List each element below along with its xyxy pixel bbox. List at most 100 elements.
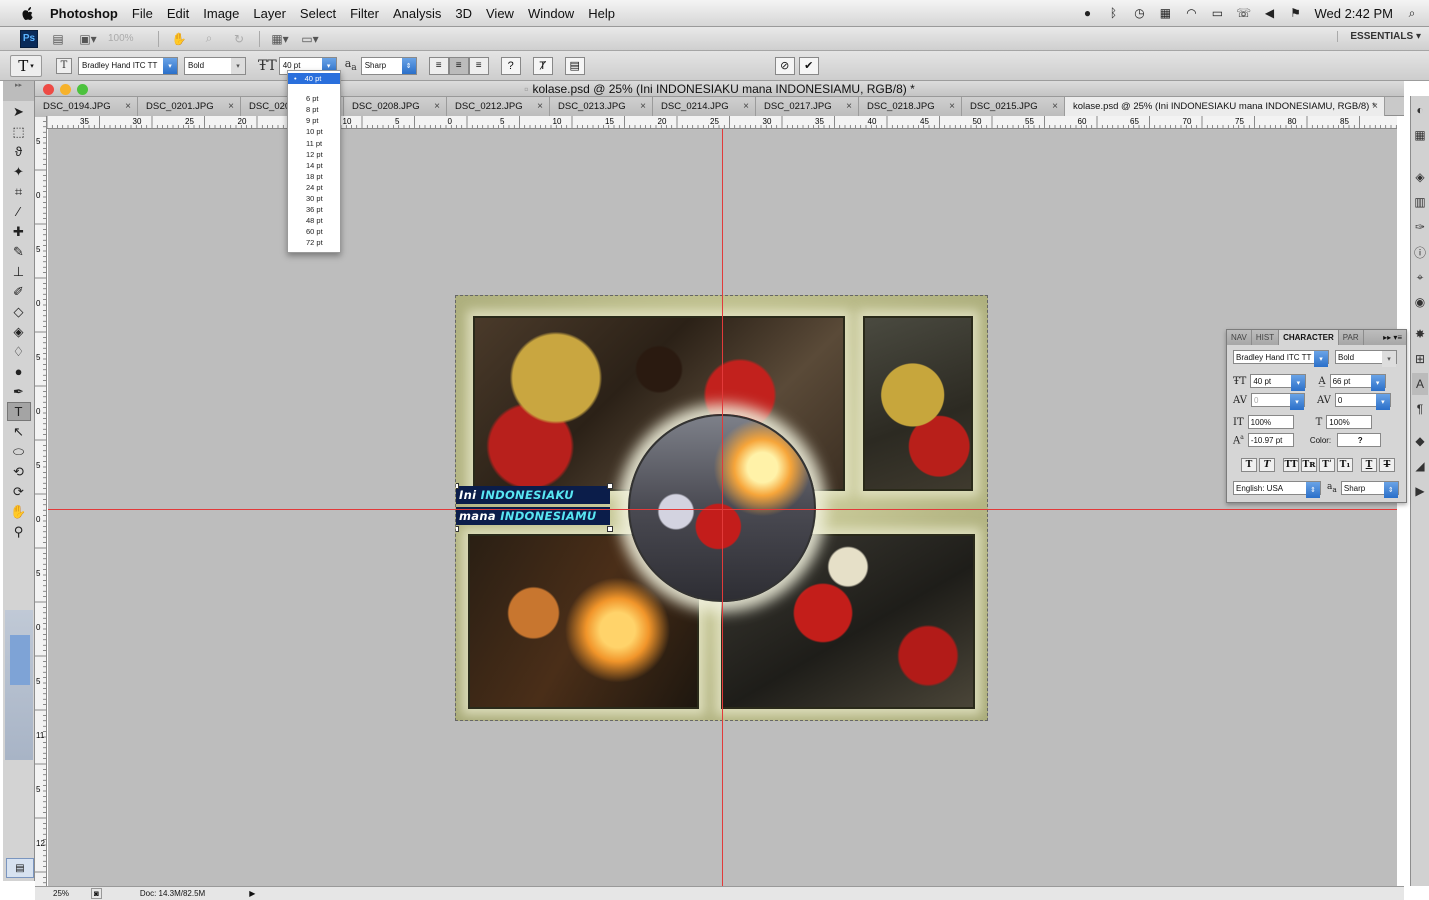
3d-panel-icon[interactable]: ◆ xyxy=(1412,430,1428,452)
char-leading-field[interactable]: 66 pt ▾ xyxy=(1329,374,1386,391)
size-option[interactable]: 9 pt xyxy=(288,115,340,126)
type-tool-icon[interactable]: T xyxy=(6,402,31,421)
size-option[interactable]: 30 pt xyxy=(288,193,340,204)
document-tab[interactable]: DSC_0194.JPG × xyxy=(35,97,138,116)
crop-tool-icon[interactable]: ⌗ xyxy=(7,182,31,201)
superscript-icon[interactable]: Tʹ xyxy=(1319,458,1335,472)
toggle-panels-icon[interactable]: ▤ xyxy=(564,56,585,75)
antialias-select[interactable]: Sharp ⇕ xyxy=(360,56,417,75)
tab-character[interactable]: CHARACTER xyxy=(1279,330,1339,345)
document-tab[interactable]: DSC_0215.JPG × xyxy=(962,97,1065,116)
rotate-view-icon[interactable]: ↻ xyxy=(229,30,249,48)
animation-panel-icon[interactable]: ▶ xyxy=(1412,480,1428,502)
volume-icon[interactable]: ◀ xyxy=(1262,6,1276,20)
eraser-tool-icon[interactable]: ◇ xyxy=(7,302,31,321)
align-left-icon[interactable]: ≡ xyxy=(428,56,449,75)
camera-icon[interactable]: ◙ xyxy=(91,888,102,899)
brush-tool-icon[interactable]: ✎ xyxy=(7,242,31,261)
hand-tool-icon[interactable]: ✋ xyxy=(7,502,31,521)
pen-tool-icon[interactable]: ✒ xyxy=(7,382,31,401)
tab-navigator[interactable]: NAV xyxy=(1227,330,1252,345)
panel-grip[interactable]: ▸▸ xyxy=(3,81,34,101)
swatches-panel-icon[interactable]: ▦ xyxy=(1412,124,1428,146)
size-option[interactable]: 11 pt xyxy=(288,137,340,148)
minimize-window-icon[interactable] xyxy=(60,84,71,95)
close-tab-icon[interactable]: × xyxy=(125,101,131,112)
move-tool-icon[interactable]: ➤ xyxy=(7,102,31,121)
vertical-guide[interactable] xyxy=(722,129,723,886)
faux-bold-icon[interactable]: T xyxy=(1241,458,1257,472)
size-option[interactable]: 8 pt xyxy=(288,104,340,115)
document-tab-active[interactable]: kolase.psd @ 25% (Ini INDONESIAKU mana I… xyxy=(1065,97,1385,116)
battery-icon[interactable]: ▭ xyxy=(1210,6,1224,20)
menu-window[interactable]: Window xyxy=(528,6,574,21)
text-layer[interactable]: Ini INDONESIAKU mana INDONESIAMU xyxy=(456,486,610,528)
eyedropper-tool-icon[interactable]: ⁄ xyxy=(7,202,31,221)
transform-handle[interactable] xyxy=(456,483,459,489)
char-kerning-field[interactable]: 0 ▾ xyxy=(1250,393,1305,410)
char-baseline-shift-field[interactable]: -10.97 pt xyxy=(1247,433,1294,447)
document-tab[interactable]: DSC_0201.JPG × xyxy=(138,97,241,116)
transform-handle[interactable] xyxy=(607,526,613,532)
char-antialias-select[interactable]: Sharp ⇕ xyxy=(1340,481,1399,498)
healing-brush-tool-icon[interactable]: ✚ xyxy=(7,222,31,241)
size-option[interactable]: 72 pt xyxy=(288,237,340,248)
all-caps-icon[interactable]: TT xyxy=(1283,458,1299,472)
vertical-ruler[interactable]: 5 0 5 0 5 0 5 0 5 0 5 11 5 12 xyxy=(35,116,47,886)
document-tab[interactable]: DSC_0218.JPG × xyxy=(859,97,962,116)
size-option[interactable]: 24 pt xyxy=(288,182,340,193)
histogram-panel-icon[interactable]: ◉ xyxy=(1412,291,1428,313)
char-horizontal-scale-field[interactable]: 100% xyxy=(1326,415,1373,429)
navigator-panel-icon[interactable]: ⌖ xyxy=(1412,266,1428,288)
char-font-family-select[interactable]: Bradley Hand ITC TT ▾ xyxy=(1233,350,1329,367)
channels-panel-icon[interactable]: ▥ xyxy=(1412,191,1428,213)
document-tab[interactable]: DSC_0214.JPG × xyxy=(653,97,756,116)
clone-stamp-tool-icon[interactable]: ⊥ xyxy=(7,262,31,281)
clone-source-panel-icon[interactable]: ⊞ xyxy=(1412,348,1428,370)
close-tab-icon[interactable]: × xyxy=(743,101,749,112)
shape-tool-icon[interactable]: ⬭ xyxy=(7,442,31,461)
paths-panel-icon[interactable]: ✑ xyxy=(1412,216,1428,238)
close-window-icon[interactable] xyxy=(43,84,54,95)
flag-icon[interactable]: ⚑ xyxy=(1288,6,1302,20)
zoom-level-field[interactable]: 100% xyxy=(108,33,148,44)
text-color-swatch[interactable]: ? xyxy=(500,56,521,75)
layers-panel-icon[interactable]: ◈ xyxy=(1412,166,1428,188)
document-tab[interactable]: DSC_0212.JPG × xyxy=(447,97,550,116)
lasso-tool-icon[interactable]: ϑ xyxy=(7,142,31,161)
align-right-icon[interactable]: ≡ xyxy=(468,56,489,75)
transform-handle[interactable] xyxy=(456,526,459,532)
info-panel-icon[interactable]: ⓘ xyxy=(1412,241,1428,263)
panel-menu-icon[interactable]: ▸▸ ▾≡ xyxy=(1383,333,1406,342)
tab-history[interactable]: HIST xyxy=(1252,330,1280,345)
menu-image[interactable]: Image xyxy=(203,6,239,21)
hand-tool-icon[interactable]: ✋ xyxy=(169,30,189,48)
cancel-edits-icon[interactable]: ⊘ xyxy=(774,56,795,75)
small-caps-icon[interactable]: Tʀ xyxy=(1301,458,1317,472)
warp-text-icon[interactable]: Ⱦ xyxy=(532,56,553,75)
subscript-icon[interactable]: T₁ xyxy=(1337,458,1353,472)
skype-icon[interactable]: ● xyxy=(1080,6,1094,20)
faux-italic-icon[interactable]: T xyxy=(1259,458,1275,472)
document-size-info[interactable]: Doc: 14.3M/82.5M xyxy=(140,889,205,898)
document-tab[interactable]: DSC_0217.JPG × xyxy=(756,97,859,116)
size-option[interactable]: 60 pt xyxy=(288,226,340,237)
time-machine-icon[interactable]: ◷ xyxy=(1132,6,1146,20)
status-zoom[interactable]: 25% xyxy=(53,889,87,898)
path-selection-tool-icon[interactable]: ↖ xyxy=(7,422,31,441)
char-font-style-select[interactable]: Bold ▾ xyxy=(1335,350,1397,367)
strikethrough-icon[interactable]: T xyxy=(1379,458,1395,472)
char-size-field[interactable]: 40 pt ▾ xyxy=(1250,374,1307,391)
dodge-tool-icon[interactable]: ● xyxy=(7,362,31,381)
apple-icon[interactable] xyxy=(20,5,36,21)
adjustments-panel-icon[interactable]: ◢ xyxy=(1412,455,1428,477)
app-menu-photoshop[interactable]: Photoshop xyxy=(50,6,118,21)
grid-icon[interactable]: ▦ xyxy=(1158,6,1172,20)
blur-tool-icon[interactable]: ♢ xyxy=(7,342,31,361)
clock[interactable]: Wed 2:42 PM xyxy=(1314,6,1393,21)
menu-help[interactable]: Help xyxy=(588,6,615,21)
paragraph-panel-icon[interactable]: ¶ xyxy=(1412,398,1428,420)
close-tab-icon[interactable]: × xyxy=(537,101,543,112)
font-style-select[interactable]: Bold ▾ xyxy=(184,56,246,75)
paint-bucket-tool-icon[interactable]: ◈ xyxy=(7,322,31,341)
